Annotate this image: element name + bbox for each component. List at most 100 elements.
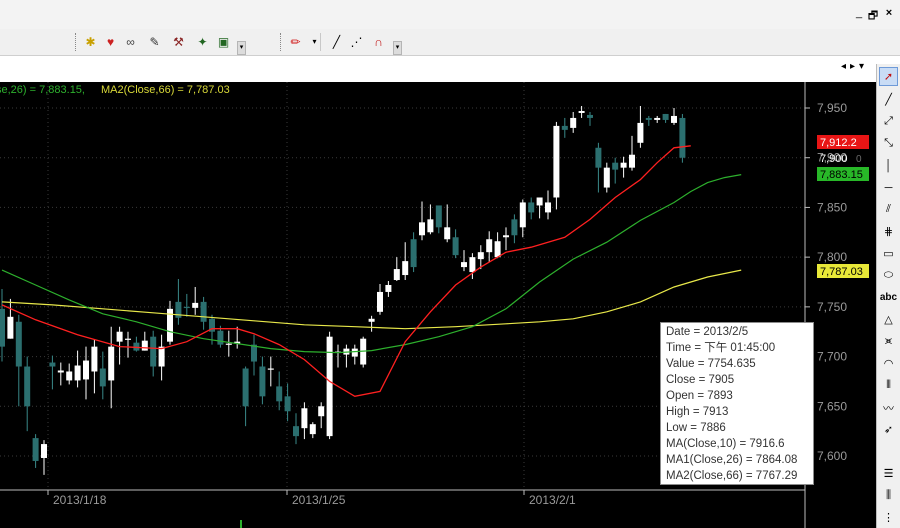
speed-lines-icon[interactable]: ⋮ xyxy=(879,508,898,527)
candle-body xyxy=(595,147,602,168)
fib-time-icon[interactable]: ⦀ xyxy=(879,376,898,395)
tooltip-close: Close = 7905 xyxy=(666,374,735,386)
candle-body xyxy=(570,117,577,128)
candle-body xyxy=(368,318,375,322)
candle-body xyxy=(393,269,400,281)
triangle-icon[interactable]: △ xyxy=(879,310,898,329)
legend-ma2: MA2(Close,66) = 7,787.03 xyxy=(101,84,230,96)
price-tick-label: 7,750 xyxy=(817,300,847,314)
text-tool-icon[interactable]: abc xyxy=(879,288,898,307)
candle-body xyxy=(561,125,568,130)
glasses-icon[interactable]: ∞ xyxy=(122,33,139,50)
vertical-line-icon[interactable]: │ xyxy=(879,156,898,175)
heart-icon[interactable]: ♥ xyxy=(102,33,119,50)
candle-body xyxy=(318,406,325,417)
candle-body xyxy=(326,336,333,437)
minimize-button[interactable]: _ xyxy=(852,7,866,19)
close-button[interactable]: × xyxy=(882,7,896,19)
wave-icon[interactable]: 〰 xyxy=(879,398,898,417)
bug-icon[interactable]: ✱ xyxy=(82,33,99,50)
candle-body xyxy=(267,368,274,370)
candle-body xyxy=(24,366,31,407)
legend-ma1: se,26) = 7,883.15, xyxy=(0,84,85,96)
line-tool-icon[interactable]: ╱ xyxy=(879,90,898,109)
candle-body xyxy=(494,241,501,258)
dotted-line-icon[interactable]: ⋰ xyxy=(348,33,365,50)
candle-body xyxy=(671,115,677,123)
candle-body xyxy=(452,237,459,256)
candle-body xyxy=(0,308,5,347)
arc-icon[interactable]: ◠ xyxy=(879,354,898,373)
tooltip-value: Value = 7754.635 xyxy=(666,358,756,370)
ray-tool-icon[interactable]: ⤢ xyxy=(879,112,898,131)
volume-bar xyxy=(240,520,242,528)
magnet-icon[interactable]: ∩ xyxy=(370,33,387,50)
candle-body xyxy=(192,302,199,308)
candle-body xyxy=(125,338,131,340)
fib-fan-icon[interactable]: ⋕ xyxy=(879,222,898,241)
horizontal-line-icon[interactable]: ─ xyxy=(879,178,898,197)
restore-button[interactable]: 🗗 xyxy=(866,7,880,26)
price-tick-label: 7,650 xyxy=(817,399,847,413)
ellipse-icon[interactable]: ⬭ xyxy=(879,266,898,285)
date-tick-label: 2013/1/18 xyxy=(53,493,107,507)
title-bar: _ 🗗 × xyxy=(0,0,900,29)
tooltip-ma: MA(Close,10) = 7916.6 xyxy=(666,438,785,450)
drawing-tools: ➚ ╱ ⤢ ⤡ │ ─ ⫽ ⋕ ▭ ⬭ abc △ ⪤ ◠ ⦀ 〰 ➶ ☰ ⫼ … xyxy=(876,64,900,528)
tooltip-high: High = 7913 xyxy=(666,406,729,418)
toolbar-grip-2[interactable] xyxy=(280,33,284,51)
export-icon[interactable]: ▣ xyxy=(215,33,232,50)
candle-body xyxy=(603,167,610,188)
candle-body xyxy=(293,426,299,437)
fib-retracement-icon[interactable]: ☰ xyxy=(879,464,898,483)
wand-icon[interactable]: ✦ xyxy=(194,33,211,50)
candle-body xyxy=(511,219,518,236)
tooltip-ma1: MA1(Close,26) = 7864.08 xyxy=(666,454,798,466)
tooltip-date: Date = 2013/2/5 xyxy=(666,326,749,338)
date-axis: 2013/1/18 2013/1/25 2013/2/1 xyxy=(0,489,805,528)
candle-body xyxy=(402,261,409,276)
candle-body xyxy=(536,197,543,206)
ma1-price-label: 7,883.15 xyxy=(820,169,863,181)
candle-body xyxy=(217,330,224,345)
candle-body xyxy=(503,235,509,238)
tooltip-ma2: MA2(Close,66) = 7767.29 xyxy=(666,470,798,482)
candle-body xyxy=(645,117,652,120)
candle-body xyxy=(461,262,467,268)
candle-body xyxy=(150,336,157,367)
candle-body xyxy=(410,239,417,268)
period-lines-icon[interactable]: ⫼ xyxy=(879,486,898,505)
arrow-tool-icon[interactable]: ➶ xyxy=(879,420,898,439)
gann-icon[interactable]: ⪤ xyxy=(879,332,898,351)
extended-line-icon[interactable]: ⤡ xyxy=(879,134,898,153)
rectangle-icon[interactable]: ▭ xyxy=(879,244,898,263)
candle-body xyxy=(251,344,257,362)
pointer-tool-icon[interactable]: ➚ xyxy=(879,67,898,86)
candle-body xyxy=(419,222,425,236)
candle-body xyxy=(351,348,358,357)
pen-color-icon[interactable]: ✏ xyxy=(287,33,304,50)
toolbar-dropdown[interactable]: ▾ xyxy=(237,41,246,55)
candle-body xyxy=(259,366,266,397)
price-label-residue: 0 xyxy=(856,154,862,165)
toolbar-grip[interactable] xyxy=(75,33,79,51)
candle-body xyxy=(242,368,249,407)
line-width-icon[interactable]: ╱ xyxy=(328,33,345,50)
price-tick-label: 7,600 xyxy=(817,449,847,463)
candle-body xyxy=(528,202,535,213)
chart-book-icon[interactable]: ✎ xyxy=(146,33,163,50)
trend-channel-icon[interactable]: ⫽ xyxy=(879,200,898,219)
tooltip-low: Low = 7886 xyxy=(666,422,726,434)
candle-body xyxy=(385,284,392,292)
candle-body xyxy=(444,227,451,240)
candle-body xyxy=(183,306,190,309)
candle-body xyxy=(637,122,644,143)
scroll-arrows[interactable]: ◂▸▾ xyxy=(841,61,868,72)
candle-body xyxy=(620,162,627,168)
toolbar-dropdown-2[interactable]: ▾ xyxy=(393,41,402,55)
hammer-icon[interactable]: ⚒ xyxy=(170,33,187,50)
candle-body xyxy=(486,239,493,253)
candle-body xyxy=(83,360,89,380)
candle-body xyxy=(7,316,14,339)
candle-body xyxy=(435,205,442,228)
